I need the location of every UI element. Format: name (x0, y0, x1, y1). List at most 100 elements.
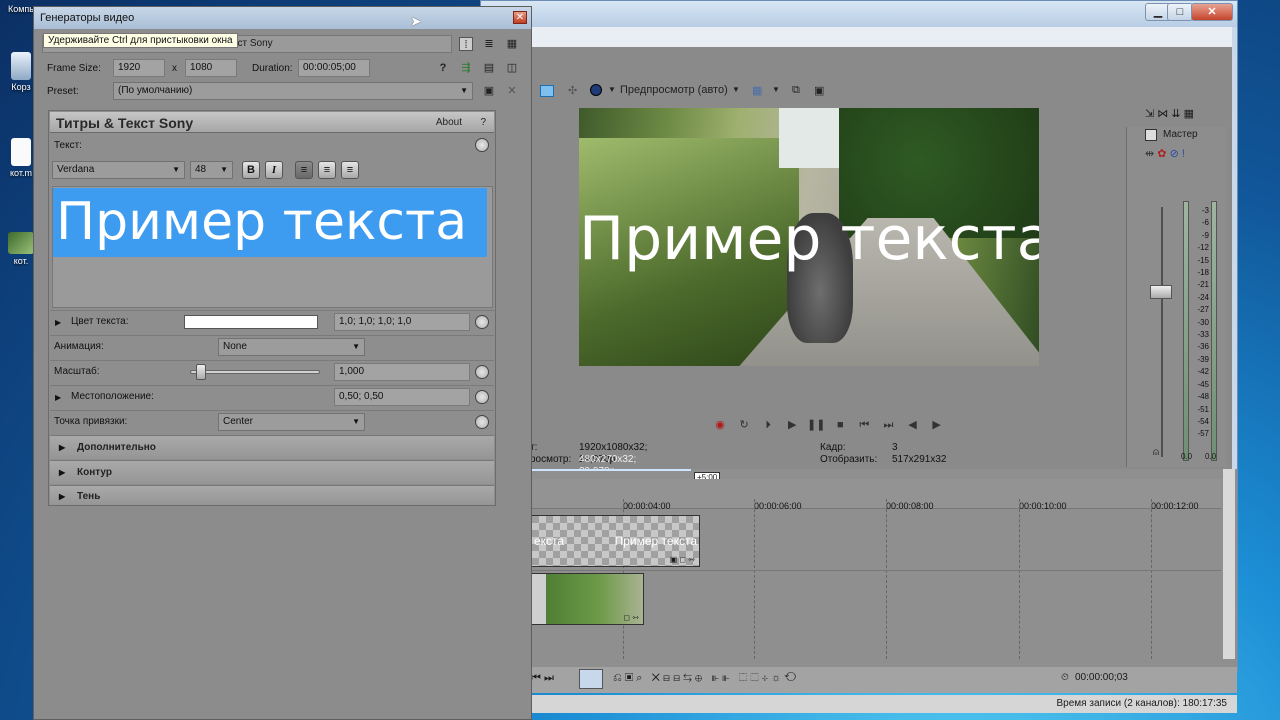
play-button[interactable]: ▶ (782, 416, 802, 434)
frame-value: 3 (892, 442, 898, 453)
save-preset-icon[interactable]: ▣ (482, 84, 496, 98)
view-single-icon[interactable]: ⁞ (459, 37, 473, 51)
edit-tools-left[interactable]: ⏮ ⏭ (531, 672, 554, 685)
video-event-clip[interactable]: ◻ ⇿ (531, 573, 644, 625)
scale-slider-track[interactable] (190, 370, 320, 374)
animate-clock-icon[interactable] (475, 415, 489, 429)
loop-button[interactable]: ↻ (734, 416, 754, 434)
align-right-button[interactable]: ≡ (341, 161, 359, 179)
close-button[interactable]: ✕ (513, 11, 527, 24)
meter-right (1211, 201, 1217, 461)
font-size-dropdown[interactable]: 48 ▼ (190, 161, 233, 179)
animate-clock-icon[interactable] (475, 315, 489, 329)
view-grid-icon[interactable]: ▦ (505, 37, 519, 51)
meter-scale-label: -42 (1197, 367, 1209, 377)
italic-button[interactable]: I (265, 161, 283, 179)
pause-button[interactable]: ❚❚ (806, 416, 826, 434)
lock-icon[interactable]: ⍝ (1153, 447, 1159, 458)
font-dropdown[interactable]: Verdana ▼ (52, 161, 185, 179)
monitor-icon[interactable] (540, 85, 554, 97)
play-from-start-button[interactable]: ⏵ (758, 416, 778, 434)
ruler-label: 00:00:12:00 (1151, 501, 1199, 511)
generators-title-bar[interactable]: Генераторы видео ✕ (34, 7, 531, 29)
loop-region-bar[interactable] (531, 469, 691, 471)
volume-fader[interactable] (1150, 285, 1172, 299)
go-to-start-button[interactable]: ⏮ (854, 416, 874, 434)
settings-icon[interactable]: ✣ (568, 84, 577, 97)
tool-icons[interactable]: ⎌ ▣ ⌕ ✕ ⊟ ⊟ ⇆ ⊕ ⊪ ⊪ ⬚ ⬚ ⊹ ☼ ⟲ (613, 672, 796, 685)
maximize-icon: □ (1176, 6, 1184, 18)
clip-fx-icons[interactable]: ▣ ◻ ⇿ (670, 555, 695, 564)
animate-clock-icon[interactable] (475, 390, 489, 404)
split-screen-icon[interactable]: ◫ (505, 61, 519, 75)
location-label: Местоположение: (71, 391, 154, 402)
duration-label: Duration: (252, 63, 293, 74)
timeline-vertical-scrollbar[interactable] (1223, 469, 1235, 659)
plugin-chain-icon[interactable]: ⇶ (459, 61, 473, 75)
master-tool-icons[interactable]: ⇲ ⋈ ⇊ ▦ (1145, 107, 1194, 120)
bold-button[interactable]: B (242, 161, 260, 179)
help-icon[interactable]: ? (436, 61, 450, 75)
anchor-dropdown[interactable]: Center ▼ (218, 413, 365, 431)
preview-overlay-text: Пример текста (579, 204, 1039, 274)
align-center-button[interactable]: ≡ (318, 161, 336, 179)
record-button[interactable]: ◉ (710, 416, 730, 434)
preview-quality-icon[interactable] (590, 84, 602, 96)
section-advanced[interactable]: ▶ Дополнительно (50, 435, 494, 459)
text-color-field[interactable]: 1,0; 1,0; 1,0; 1,0 (334, 313, 470, 331)
align-left-button[interactable]: ≡ (295, 161, 313, 179)
properties-icon[interactable]: ▤ (482, 61, 496, 75)
expand-triangle-icon[interactable]: ▶ (55, 393, 61, 402)
grid-icon[interactable]: ▦ (752, 84, 762, 97)
close-icon: ✕ (515, 12, 525, 23)
preview-mode-dropdown[interactable]: Предпросмотр (авто) (620, 84, 728, 96)
animate-clock-icon[interactable] (475, 138, 489, 152)
fx-icons[interactable]: ⇹ ✿ ⊘ ! (1145, 147, 1185, 160)
close-button[interactable]: ✕ (1191, 3, 1233, 21)
view-list-icon[interactable]: ≣ (482, 37, 496, 51)
animation-label: Анимация: (54, 341, 104, 352)
text-event-clip[interactable]: екста Пример текста ▣ ◻ ⇿ (531, 515, 700, 567)
chevron-down-icon[interactable]: ▼ (772, 85, 780, 94)
scale-field[interactable]: 1,000 (334, 363, 470, 381)
preset-dropdown[interactable]: (По умолчанию) ▼ (113, 82, 473, 100)
ruler-label: 00:00:06:00 (754, 501, 802, 511)
expand-triangle-icon[interactable]: ▶ (55, 318, 61, 327)
animation-dropdown[interactable]: None ▼ (218, 338, 365, 356)
animation-row: Анимация: None ▼ (50, 335, 494, 359)
expand-triangle-icon: ▶ (59, 492, 66, 501)
go-to-end-button[interactable]: ⏭ (878, 416, 898, 434)
meter-scale-label: -12 (1197, 243, 1209, 253)
scale-row: Масштаб: 1,000 (50, 360, 494, 384)
clip-fx-icons[interactable]: ◻ ⇿ (623, 613, 639, 622)
vegas-workspace: ✣ ▼ Предпросмотр (авто) ▼ ▦ ▼ ⧉ ▣ Пример… (488, 47, 1237, 713)
about-button[interactable]: About (436, 117, 462, 128)
maximize-button[interactable]: □ (1167, 3, 1193, 21)
x-label: x (172, 63, 177, 74)
section-outline[interactable]: ▶ Контур (50, 460, 494, 484)
chevron-down-icon[interactable]: ▼ (608, 85, 616, 94)
next-frame-button[interactable]: ▶ (927, 416, 947, 434)
duration-field[interactable]: 00:00:05;00 (298, 59, 370, 77)
copy-snapshot-icon[interactable]: ⧉ (792, 84, 800, 97)
expand-triangle-icon: ▶ (59, 443, 66, 452)
time-ruler[interactable]: 00:00:04:00 00:00:06:00 00:00:08:00 00:0… (531, 479, 1221, 511)
scale-slider[interactable] (196, 364, 206, 380)
section-shadow[interactable]: ▶ Тень (50, 485, 494, 505)
meter-scale-label: -33 (1197, 330, 1209, 340)
animate-clock-icon[interactable] (475, 365, 489, 379)
help-button[interactable]: ? (480, 117, 486, 128)
color-swatch[interactable] (184, 315, 318, 329)
animation-value: None (223, 341, 247, 352)
meter-scale-label: -54 (1197, 416, 1209, 426)
delete-preset-icon[interactable]: ✕ (505, 84, 519, 98)
normal-edit-tool[interactable] (579, 669, 603, 689)
frame-width-field[interactable]: 1920 (113, 59, 165, 77)
chevron-down-icon[interactable]: ▼ (732, 85, 740, 94)
save-snapshot-icon[interactable]: ▣ (814, 84, 824, 97)
location-field[interactable]: 0,50; 0,50 (334, 388, 470, 406)
frame-height-field[interactable]: 1080 (185, 59, 237, 77)
prev-frame-button[interactable]: ◀ (903, 416, 923, 434)
stop-button[interactable]: ■ (830, 416, 850, 434)
text-editor[interactable]: Пример текста (52, 186, 493, 308)
